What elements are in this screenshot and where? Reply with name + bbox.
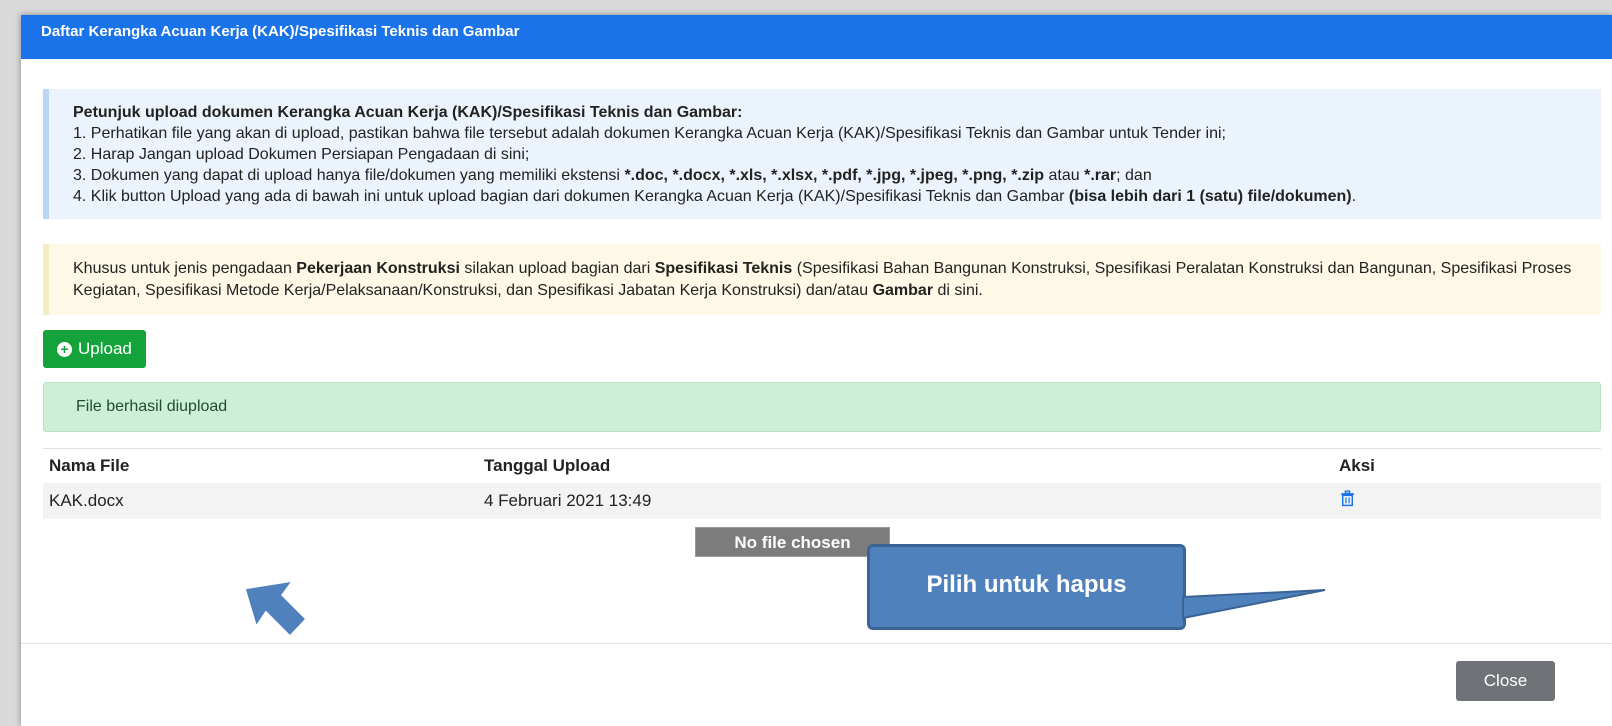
allowed-extensions: *.doc, *.docx, *.xls, *.xlsx, *.pdf, *.j… — [624, 167, 1045, 184]
table-row: KAK.docx 4 Februari 2021 13:49 — [43, 483, 1601, 519]
instruction-text: 3. Dokumen yang dapat di upload hanya fi… — [73, 167, 625, 184]
notice-emphasis: Pekerjaan Konstruksi — [296, 260, 460, 277]
file-name-cell: KAK.docx — [43, 483, 478, 519]
allowed-extension-rar: *.rar — [1084, 167, 1117, 184]
notice-text: di sini. — [933, 282, 983, 299]
notice-emphasis: Gambar — [872, 282, 934, 299]
instruction-text: . — [1351, 188, 1357, 205]
column-header-name: Nama File — [43, 448, 478, 483]
notice-text: Khusus untuk jenis pengadaan — [73, 260, 297, 277]
action-cell — [1333, 483, 1601, 519]
instruction-item-1: 1. Perhatikan file yang akan di upload, … — [73, 125, 1226, 142]
upload-button-label: Upload — [78, 339, 132, 358]
instructions-title: Petunjuk upload dokumen Kerangka Acuan K… — [73, 104, 743, 121]
close-button[interactable]: Close — [1456, 661, 1555, 701]
instruction-item-2: 2. Harap Jangan upload Dokumen Persiapan… — [73, 146, 530, 163]
annotation-callout: Pilih untuk hapus — [867, 544, 1186, 630]
instruction-item-4: 4. Klik button Upload yang ada di bawah … — [73, 186, 1581, 207]
instruction-text: 4. Klik button Upload yang ada di bawah … — [73, 188, 1069, 205]
uploaded-files-table: Nama File Tanggal Upload Aksi KAK.docx 4… — [43, 448, 1601, 519]
success-alert: File berhasil diupload — [43, 382, 1601, 432]
instruction-text: atau — [1044, 167, 1085, 184]
construction-notice: Khusus untuk jenis pengadaan Pekerjaan K… — [43, 244, 1601, 315]
plus-circle-icon: + — [57, 341, 72, 357]
footer-divider — [21, 643, 1612, 644]
trash-icon[interactable] — [1339, 490, 1356, 507]
upload-date-cell: 4 Februari 2021 13:49 — [478, 483, 1333, 519]
instruction-text: ; dan — [1116, 167, 1152, 184]
notice-emphasis: Spesifikasi Teknis — [654, 260, 793, 277]
upload-dialog: Daftar Kerangka Acuan Kerja (KAK)/Spesif… — [21, 15, 1612, 726]
column-header-action: Aksi — [1333, 448, 1601, 483]
upload-button[interactable]: + Upload — [43, 330, 146, 368]
table-header-row: Nama File Tanggal Upload Aksi — [43, 448, 1601, 483]
upload-instructions: Petunjuk upload dokumen Kerangka Acuan K… — [43, 89, 1601, 219]
instruction-emphasis: (bisa lebih dari 1 (satu) file/dokumen) — [1068, 188, 1352, 205]
dialog-body: Petunjuk upload dokumen Kerangka Acuan K… — [21, 89, 1612, 519]
dialog-title: Daftar Kerangka Acuan Kerja (KAK)/Spesif… — [21, 15, 1612, 59]
instruction-item-3: 3. Dokumen yang dapat di upload hanya fi… — [73, 165, 1581, 186]
column-header-date: Tanggal Upload — [478, 448, 1333, 483]
file-input-tooltip: No file chosen — [695, 527, 890, 557]
notice-text: silakan upload bagian dari — [459, 260, 655, 277]
